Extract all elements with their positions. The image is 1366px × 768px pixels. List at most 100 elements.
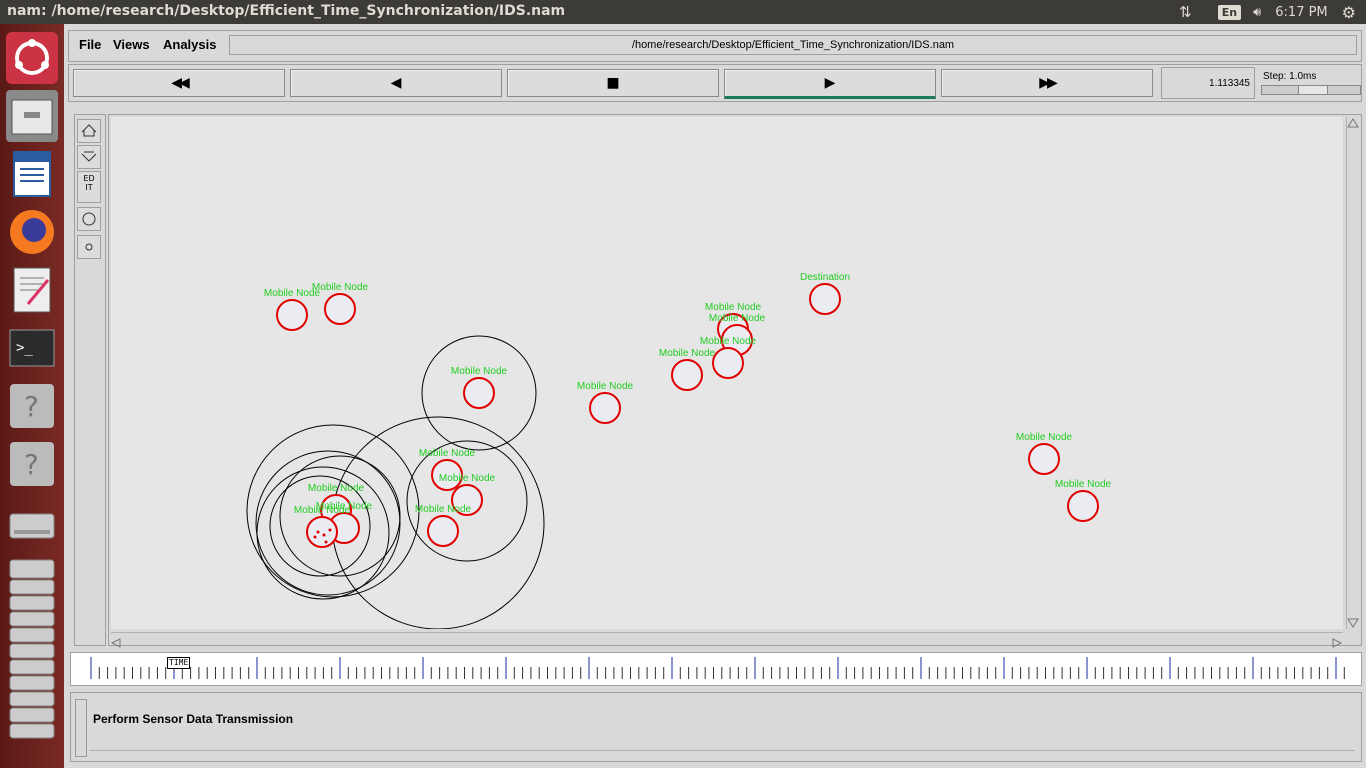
node-label: Mobile Node: [577, 381, 634, 392]
network-node[interactable]: Mobile Node: [264, 288, 321, 331]
volume-icon[interactable]: 🔊︎: [1253, 5, 1261, 20]
launcher: >_ ? ?: [0, 24, 64, 768]
system-tray: ⇅ En 🔊︎ 6:17 PM ⚙: [1179, 0, 1366, 24]
annotation-scrollbar[interactable]: [75, 699, 87, 757]
timeline-slider[interactable]: TIME: [70, 652, 1362, 686]
node-circle[interactable]: [427, 515, 459, 547]
rewind-button[interactable]: ◀◀: [73, 69, 285, 97]
node-circle[interactable]: [809, 283, 841, 315]
node-circle[interactable]: [1028, 443, 1060, 475]
unknown-app-icon[interactable]: ?: [6, 380, 58, 432]
zoom-in-icon[interactable]: [77, 119, 101, 143]
edit-button-label: EDIT: [83, 174, 95, 192]
time-marker[interactable]: TIME: [167, 657, 191, 669]
network-node[interactable]: Mobile Node: [709, 313, 766, 356]
animation-frame: Mobile Node Mobile Node Destination Mobile …: [108, 114, 1362, 648]
node-label: Mobile Node: [709, 313, 766, 324]
network-node[interactable]: Mobile Node: [577, 381, 634, 424]
top-panel: nam: /home/research/Desktop/Efficient_Ti…: [0, 0, 1366, 24]
node-label: Destination: [800, 272, 850, 283]
network-node[interactable]: Mobile Node: [1055, 479, 1112, 522]
node-circle[interactable]: [306, 516, 338, 548]
network-node[interactable]: Mobile Node: [451, 366, 508, 409]
terminal-icon[interactable]: >_: [6, 322, 58, 374]
step-slider-handle[interactable]: [1298, 86, 1328, 94]
packet-dot: [313, 535, 317, 539]
network-node[interactable]: Mobile Node: [1016, 432, 1073, 475]
unknown-app-icon[interactable]: ?: [6, 438, 58, 490]
edit-button[interactable]: EDIT: [77, 171, 101, 203]
node-circle[interactable]: [276, 299, 308, 331]
fast-forward-button[interactable]: ▶▶: [941, 69, 1153, 97]
node-label: Mobile Node: [700, 336, 757, 347]
menu-bar: File Views Analysis /home/research/Deskt…: [68, 30, 1362, 62]
annotation-panel: Perform Sensor Data Transmission: [70, 692, 1362, 762]
keyboard-layout-indicator[interactable]: En: [1217, 4, 1242, 20]
network-node[interactable]: Mobile Node: [659, 348, 716, 391]
node-label: Mobile Node: [419, 448, 476, 459]
files-icon[interactable]: [6, 90, 58, 142]
edit-toolbar: EDIT: [74, 114, 106, 646]
node-circle[interactable]: [1067, 490, 1099, 522]
libreoffice-writer-icon[interactable]: [6, 148, 58, 200]
node-label: Mobile Node: [1016, 432, 1073, 443]
disk-icon[interactable]: [6, 498, 58, 550]
views-menu[interactable]: Views: [113, 37, 150, 52]
node-circle[interactable]: [589, 392, 621, 424]
packet-dot: [328, 528, 332, 532]
window-title: nam: /home/research/Desktop/Efficient_Ti…: [7, 3, 566, 19]
large-node-icon[interactable]: [77, 207, 101, 231]
step-slider[interactable]: [1261, 85, 1361, 95]
network-node[interactable]: Destination: [800, 272, 850, 315]
node-label: Mobile Node: [294, 505, 351, 516]
annotation-hscroll[interactable]: [89, 750, 1355, 759]
vertical-scrollbar[interactable]: [1346, 117, 1359, 629]
timeline-ticks: [90, 657, 1345, 679]
step-label: Step: 1.0ms: [1263, 71, 1317, 82]
svg-text:?: ?: [24, 448, 39, 481]
node-label: Mobile Node: [415, 504, 472, 515]
analysis-menu[interactable]: Analysis: [163, 37, 216, 52]
node-circle[interactable]: [324, 293, 356, 325]
node-circle[interactable]: [671, 359, 703, 391]
time-marker-label: TIME: [169, 658, 189, 667]
clock[interactable]: 6:17 PM: [1275, 5, 1327, 20]
small-node-icon[interactable]: [77, 235, 101, 259]
firefox-icon[interactable]: [6, 206, 58, 258]
zoom-out-icon[interactable]: [77, 145, 101, 169]
ubuntu-dash-icon[interactable]: [6, 32, 58, 84]
file-menu[interactable]: File: [79, 37, 101, 52]
step-control: Step: 1.0ms: [1259, 67, 1361, 99]
settings-icon[interactable]: ⚙: [1342, 3, 1356, 22]
packet-dot: [324, 540, 328, 544]
step-back-button[interactable]: ◀: [290, 69, 502, 97]
network-canvas[interactable]: Mobile Node Mobile Node Destination Mobile …: [111, 117, 1343, 629]
network-topology: Mobile NodeMobile NodeDestinationMobile …: [246, 272, 1112, 629]
text-editor-icon[interactable]: [6, 264, 58, 316]
stop-button[interactable]: ■: [507, 69, 719, 97]
nam-window: File Views Analysis /home/research/Deskt…: [64, 24, 1366, 768]
svg-text:>_: >_: [16, 340, 33, 356]
node-label: Mobile Node: [659, 348, 716, 359]
network-node[interactable]: Mobile Node: [312, 282, 369, 325]
packet-dot: [316, 530, 320, 534]
playback-controls: ◀◀ ◀ ■ ▶ ▶▶ 1.113345 Step: 1.0ms: [68, 64, 1362, 102]
disk-icon[interactable]: [6, 556, 58, 746]
play-button[interactable]: ▶: [724, 69, 936, 99]
svg-text:?: ?: [24, 390, 39, 423]
node-label: Mobile Node: [451, 366, 508, 377]
current-time-readout: 1.113345: [1161, 67, 1255, 99]
annotation-text: Perform Sensor Data Transmission: [93, 712, 294, 726]
node-label: Mobile Node: [308, 483, 365, 494]
node-label: Mobile Node: [312, 282, 369, 293]
node-label: Mobile Node: [705, 302, 762, 313]
node-circle[interactable]: [463, 377, 495, 409]
node-label: Mobile Node: [439, 473, 496, 484]
network-node[interactable]: Mobile Node: [415, 504, 472, 547]
horizontal-scrollbar[interactable]: [110, 632, 1343, 648]
packet-dot: [322, 533, 326, 537]
network-icon[interactable]: ⇅: [1179, 3, 1192, 21]
node-label: Mobile Node: [1055, 479, 1112, 490]
file-path-display: /home/research/Desktop/Efficient_Time_Sy…: [229, 35, 1357, 55]
node-circle[interactable]: [712, 347, 744, 379]
